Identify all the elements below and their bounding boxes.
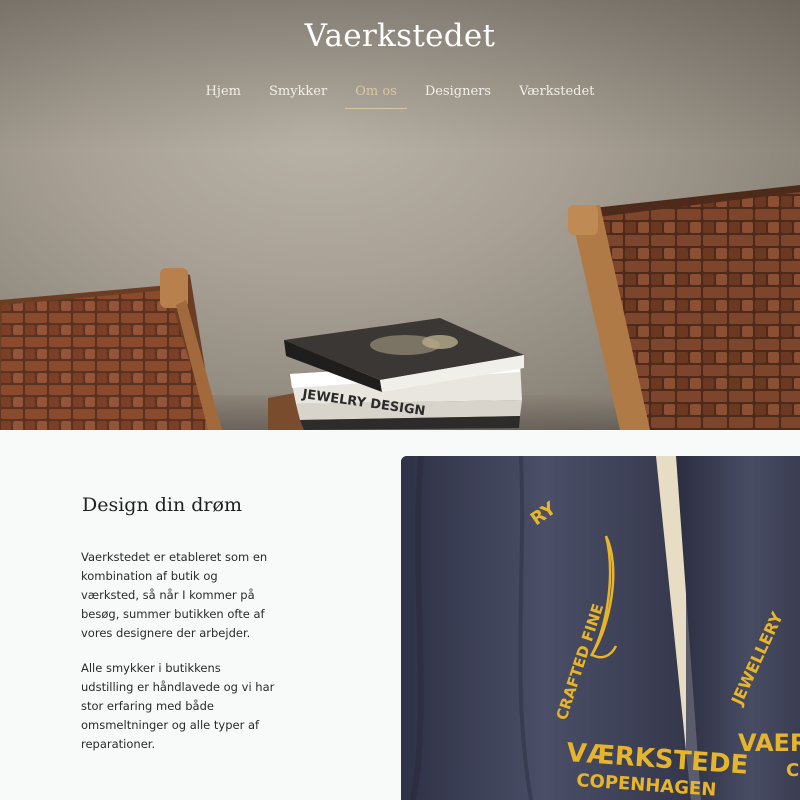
nav-item-vaerkstedet[interactable]: Værkstedet <box>509 82 604 109</box>
hero-banner: JEWELRY DESIGN Vaerkstedet Hjem Smykker … <box>0 0 800 430</box>
nav-item-designers[interactable]: Designers <box>415 82 501 109</box>
nav-item-om-os[interactable]: Om os <box>345 82 407 109</box>
main-nav: Hjem Smykker Om os Designers Værkstedet <box>0 82 800 109</box>
apron-right-brand-text: VAERKS <box>738 729 800 757</box>
about-paragraph-2: Alle smykker i butikkens udstilling er h… <box>81 661 275 751</box>
nav-item-smykker[interactable]: Smykker <box>259 82 337 109</box>
aprons-photo: RY CRAFTED FINE VÆRKSTEDE COPENHAGEN JEW… <box>401 456 800 800</box>
nav-item-hjem[interactable]: Hjem <box>196 82 251 109</box>
apron-right-city-text: CO <box>786 760 800 781</box>
site-title[interactable]: Vaerkstedet <box>0 18 800 54</box>
section-title: Design din drøm <box>82 494 242 516</box>
left-chair <box>0 268 222 430</box>
about-paragraph-1: Vaerkstedet er etableret som en kombinat… <box>81 550 268 640</box>
aprons-illustration: RY CRAFTED FINE VÆRKSTEDE COPENHAGEN JEW… <box>401 456 800 800</box>
right-chair <box>568 185 800 430</box>
book-stack: JEWELRY DESIGN <box>268 318 524 430</box>
about-section: Design din drøm Vaerkstedet er etableret… <box>0 430 800 800</box>
